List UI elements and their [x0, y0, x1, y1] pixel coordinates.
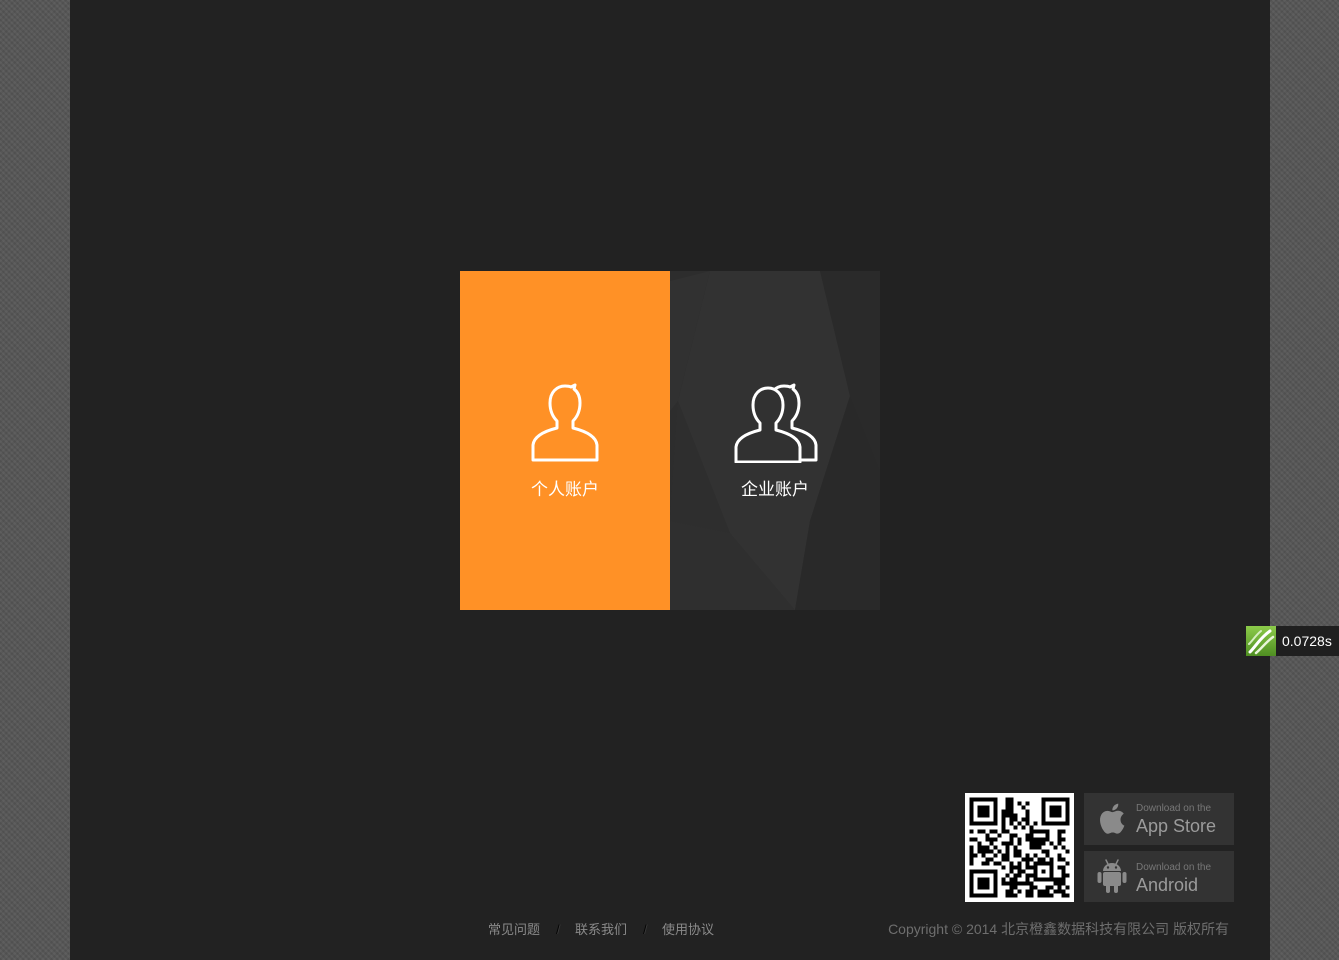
android-title: Android	[1136, 875, 1199, 895]
app-store-caption: Download on the	[1136, 803, 1212, 814]
footer-link-terms[interactable]: 使用协议	[662, 921, 714, 939]
footer-link-contact[interactable]: 联系我们	[575, 921, 627, 939]
footer-separator: /	[556, 922, 560, 937]
footer-separator: /	[643, 922, 647, 937]
group-icon	[734, 383, 818, 463]
copyright-text: Copyright © 2014 北京橙鑫数据科技有限公司 版权所有	[888, 921, 1229, 937]
personal-account-label: 个人账户	[531, 480, 599, 499]
qr-code-icon	[969, 797, 1070, 898]
footer-link-faq[interactable]: 常见问题	[488, 921, 540, 939]
android-icon	[1097, 859, 1127, 893]
enterprise-account-label: 企业账户	[741, 480, 809, 499]
android-caption: Download on the	[1136, 862, 1212, 873]
qr-code	[965, 793, 1074, 902]
android-download-button[interactable]: Download on the Android	[1084, 851, 1234, 902]
person-icon	[531, 383, 599, 462]
apple-icon	[1100, 803, 1125, 834]
app-store-button[interactable]: Download on the App Store	[1084, 793, 1234, 845]
profiler-time-value: 0.0728s	[1282, 633, 1332, 649]
qr-modules	[969, 797, 1070, 898]
personal-account-tile[interactable]: 个人账户	[460, 271, 670, 610]
profiler-timer[interactable]: 0.0728s	[1246, 626, 1339, 656]
app-store-title: App Store	[1136, 816, 1217, 836]
profiler-icon	[1246, 626, 1276, 656]
enterprise-account-tile[interactable]: 企业账户	[670, 271, 880, 610]
